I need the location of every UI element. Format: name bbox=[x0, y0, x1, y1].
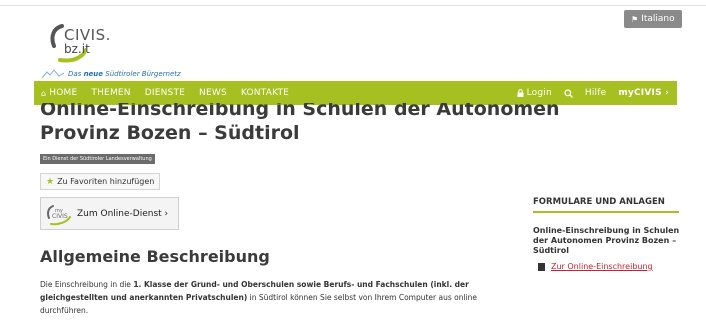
language-label: Italiano bbox=[641, 14, 675, 24]
description-text: Die Einschreibung in die 1. Klasse der G… bbox=[40, 280, 478, 315]
sidebar-title: Online-Einschreibung in Schulen der Auto… bbox=[533, 226, 680, 255]
svg-text:CIVIS: CIVIS bbox=[52, 213, 68, 220]
nav-login[interactable]: Login bbox=[517, 88, 552, 98]
nav-search[interactable] bbox=[564, 88, 573, 98]
language-switch-button[interactable]: ⚑ Italiano bbox=[624, 10, 682, 28]
sidebar-link-label: Zur Online-Einschreibung bbox=[551, 262, 653, 271]
mountains-icon bbox=[42, 69, 64, 79]
logo-domain-text: bz.it bbox=[64, 42, 90, 56]
sidebar-link-online-registration[interactable]: Zur Online-Einschreibung bbox=[538, 262, 653, 271]
service-provider-badge: Ein Dienst der Südtiroler Landesverwaltu… bbox=[40, 154, 155, 164]
lock-icon bbox=[517, 89, 524, 97]
tagline-text: Das neue Südtiroler Bürgernetz bbox=[68, 70, 181, 78]
star-icon: ★ bbox=[46, 176, 55, 187]
nav-home[interactable]: ⌂ HOME bbox=[41, 88, 77, 98]
sidebar-heading: FORMULARE UND ANLAGEN bbox=[533, 197, 679, 213]
document-icon bbox=[538, 262, 545, 271]
add-to-favorites-button[interactable]: ★ Zu Favoriten hinzufügen bbox=[40, 173, 161, 190]
nav-news[interactable]: NEWS bbox=[199, 88, 227, 98]
nav-mycivis[interactable]: myCIVIS › bbox=[618, 88, 669, 98]
online-service-label: Zum Online-Dienst › bbox=[77, 208, 169, 219]
nav-themen[interactable]: THEMEN bbox=[91, 88, 130, 98]
mycivis-logo-icon: my CIVIS bbox=[47, 204, 71, 225]
home-icon: ⌂ bbox=[41, 88, 47, 98]
tagline: Das neue Südtiroler Bürgernetz bbox=[42, 68, 181, 80]
favorites-label: Zu Favoriten hinzufügen bbox=[57, 177, 155, 186]
page-title: Online-Einschreibung in Schulen der Auto… bbox=[40, 103, 680, 145]
section-heading: Allgemeine Beschreibung bbox=[40, 247, 270, 266]
page-title-line1: Online-Einschreibung in Schulen der Auto… bbox=[40, 103, 560, 120]
language-flag-icon: ⚑ bbox=[631, 14, 639, 24]
top-divider bbox=[0, 5, 706, 6]
nav-dienste[interactable]: DIENSTE bbox=[145, 88, 185, 98]
online-service-button[interactable]: my CIVIS Zum Online-Dienst › bbox=[40, 197, 179, 230]
nav-kontakte[interactable]: KONTAKTE bbox=[241, 88, 289, 98]
search-icon bbox=[564, 88, 573, 98]
nav-help[interactable]: Hilfe bbox=[585, 88, 606, 98]
main-navigation: ⌂ HOME THEMEN DIENSTE NEWS KONTAKTE Logi… bbox=[34, 81, 677, 105]
civis-logo[interactable]: CIVIS. bz.it bbox=[46, 14, 156, 64]
page-title-line2: Provinz Bozen – Südtirol bbox=[40, 122, 300, 144]
